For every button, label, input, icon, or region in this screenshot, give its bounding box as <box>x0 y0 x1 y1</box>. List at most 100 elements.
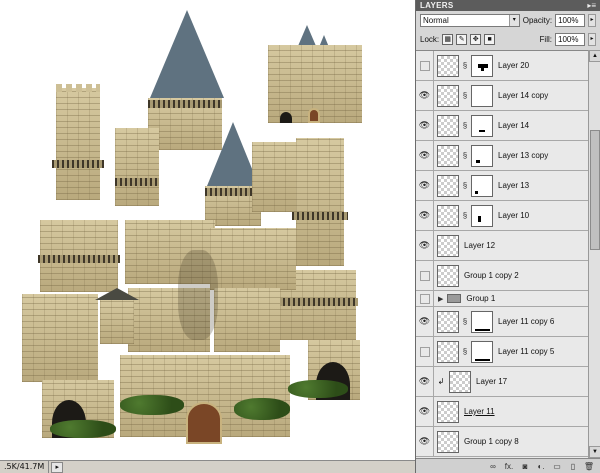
layer-row[interactable]: 👁 § Layer 14 <box>416 111 588 141</box>
layer-row[interactable]: 👁 Layer 12 <box>416 231 588 261</box>
layer-mask-thumbnail[interactable] <box>471 340 493 363</box>
panel-menu-icon[interactable]: ▸≡ <box>587 1 596 10</box>
panel-title[interactable]: LAYERS <box>420 1 454 10</box>
mask-icon[interactable]: ◙ <box>519 462 531 471</box>
layer-row[interactable]: Group 1 copy 2 <box>416 261 588 291</box>
layer-name[interactable]: Group 1 copy 8 <box>464 437 519 446</box>
eye-hidden-icon <box>419 270 430 281</box>
document-size[interactable]: .5K/41.7M <box>0 461 50 473</box>
group-name[interactable]: Group 1 <box>466 294 495 303</box>
layer-thumbnail <box>437 144 459 167</box>
visibility-toggle[interactable] <box>416 291 434 306</box>
visibility-toggle[interactable]: 👁 <box>416 111 434 140</box>
layer-thumbnail <box>437 114 459 137</box>
layer-name[interactable]: Layer 10 <box>498 211 529 220</box>
layer-mask-thumbnail[interactable] <box>471 84 493 107</box>
visibility-toggle[interactable] <box>416 337 434 366</box>
adjustment-icon[interactable]: ◐. <box>535 462 547 471</box>
visibility-toggle[interactable]: 👁 <box>416 427 434 456</box>
layer-row[interactable]: 👁 § Layer 11 copy 6 <box>416 307 588 337</box>
layer-mask-thumbnail[interactable] <box>471 114 493 137</box>
layer-name[interactable]: Layer 14 copy <box>498 91 548 100</box>
fill-slider-arrow-icon[interactable]: ▸ <box>588 33 596 46</box>
chain-link-icon[interactable]: § <box>461 181 469 190</box>
layer-row[interactable]: § Layer 11 copy 5 <box>416 337 588 367</box>
layer-mask-thumbnail[interactable] <box>471 174 493 197</box>
bush <box>288 380 348 398</box>
layer-name[interactable]: Group 1 copy 2 <box>464 271 519 280</box>
opacity-slider-arrow-icon[interactable]: ▸ <box>588 14 596 27</box>
layer-name[interactable]: Layer 20 <box>498 61 529 70</box>
layers-list[interactable]: § Layer 20 👁 § Layer 14 copy 👁 § Layer 1… <box>416 50 588 458</box>
layer-name[interactable]: Layer 12 <box>464 241 495 250</box>
blend-mode-select[interactable]: Normal ▾ <box>420 14 520 27</box>
scroll-down-icon[interactable]: ▼ <box>589 446 600 458</box>
layer-mask-thumbnail[interactable] <box>471 204 493 227</box>
layers-scrollbar[interactable]: ▲ ▼ <box>588 50 600 458</box>
new-layer-icon[interactable]: ▯ <box>567 462 579 471</box>
chain-link-icon[interactable]: § <box>461 347 469 356</box>
document-canvas[interactable] <box>0 0 415 460</box>
scroll-up-icon[interactable]: ▲ <box>589 50 600 62</box>
layer-row[interactable]: 👁 § Layer 10 <box>416 201 588 231</box>
layer-row[interactable]: 👁 § Layer 13 <box>416 171 588 201</box>
tower-machicolation <box>38 255 120 263</box>
lock-transparent-icon[interactable]: ▦ <box>442 34 454 45</box>
visibility-toggle[interactable] <box>416 261 434 290</box>
chain-link-icon[interactable]: § <box>461 317 469 326</box>
eye-icon: 👁 <box>418 90 431 100</box>
layers-panel-header: LAYERS ▸≡ <box>416 0 600 11</box>
folder-icon[interactable]: ▭ <box>551 462 563 471</box>
layer-name[interactable]: Layer 13 <box>498 181 529 190</box>
group-row[interactable]: ▶ Group 1 <box>416 291 588 307</box>
visibility-toggle[interactable]: 👁 <box>416 201 434 230</box>
layer-row[interactable]: § Layer 20 <box>416 51 588 81</box>
layer-mask-thumbnail[interactable] <box>471 144 493 167</box>
tower-machicolation <box>52 160 104 168</box>
layer-name[interactable]: Layer 17 <box>476 377 507 386</box>
visibility-toggle[interactable] <box>416 51 434 80</box>
lock-all-icon[interactable]: ■ <box>484 34 496 45</box>
chain-link-icon[interactable]: § <box>461 151 469 160</box>
layer-name[interactable]: Layer 11 copy 5 <box>498 347 554 356</box>
fx-icon[interactable]: fx. <box>503 462 515 471</box>
visibility-toggle[interactable]: 👁 <box>416 171 434 200</box>
visibility-toggle[interactable]: 👁 <box>416 367 434 396</box>
layer-row[interactable]: 👁 § Layer 14 copy <box>416 81 588 111</box>
layers-panel: LAYERS ▸≡ Normal ▾ Opacity: 100% ▸ Lock:… <box>415 0 600 473</box>
visibility-toggle[interactable]: 👁 <box>416 231 434 260</box>
layer-name[interactable]: Layer 14 <box>498 121 529 130</box>
layer-thumbnail <box>437 430 459 453</box>
layer-thumbnail <box>437 174 459 197</box>
chain-link-icon[interactable]: § <box>461 211 469 220</box>
layer-row[interactable]: 👁 ↲ Layer 17 <box>416 367 588 397</box>
chain-link-icon[interactable]: § <box>461 61 469 70</box>
visibility-toggle[interactable]: 👁 <box>416 141 434 170</box>
layer-mask-thumbnail[interactable] <box>471 54 493 77</box>
visibility-toggle[interactable]: 👁 <box>416 307 434 336</box>
opacity-input[interactable]: 100% <box>555 14 586 27</box>
chain-link-icon[interactable]: § <box>461 91 469 100</box>
layer-row[interactable]: 👁 Layer 11 <box>416 397 588 427</box>
castle-tower-right-b <box>296 138 344 266</box>
layer-row[interactable]: 👁 § Layer 13 copy <box>416 141 588 171</box>
status-menu-arrow[interactable]: ▸ <box>51 461 64 473</box>
visibility-toggle[interactable]: 👁 <box>416 397 434 426</box>
expand-triangle-icon[interactable]: ▶ <box>438 295 443 303</box>
link-icon[interactable]: ∞ <box>487 462 499 471</box>
layer-mask-thumbnail[interactable] <box>471 310 493 333</box>
visibility-toggle[interactable]: 👁 <box>416 81 434 110</box>
layer-name[interactable]: Layer 11 <box>464 407 495 416</box>
castle-turret-small <box>115 128 159 206</box>
lock-position-icon[interactable]: ✥ <box>470 34 482 45</box>
layer-thumbnail <box>437 84 459 107</box>
trash-icon[interactable]: 🗑 <box>583 462 595 471</box>
layer-name[interactable]: Layer 13 copy <box>498 151 548 160</box>
fill-input[interactable]: 100% <box>555 33 585 46</box>
layer-name[interactable]: Layer 11 copy 6 <box>498 317 554 326</box>
lock-image-icon[interactable]: ✎ <box>456 34 468 45</box>
scroll-thumb[interactable] <box>590 130 600 250</box>
chain-link-icon[interactable]: § <box>461 121 469 130</box>
layer-thumbnail <box>449 370 471 393</box>
layer-row[interactable]: 👁 Group 1 copy 8 <box>416 427 588 457</box>
